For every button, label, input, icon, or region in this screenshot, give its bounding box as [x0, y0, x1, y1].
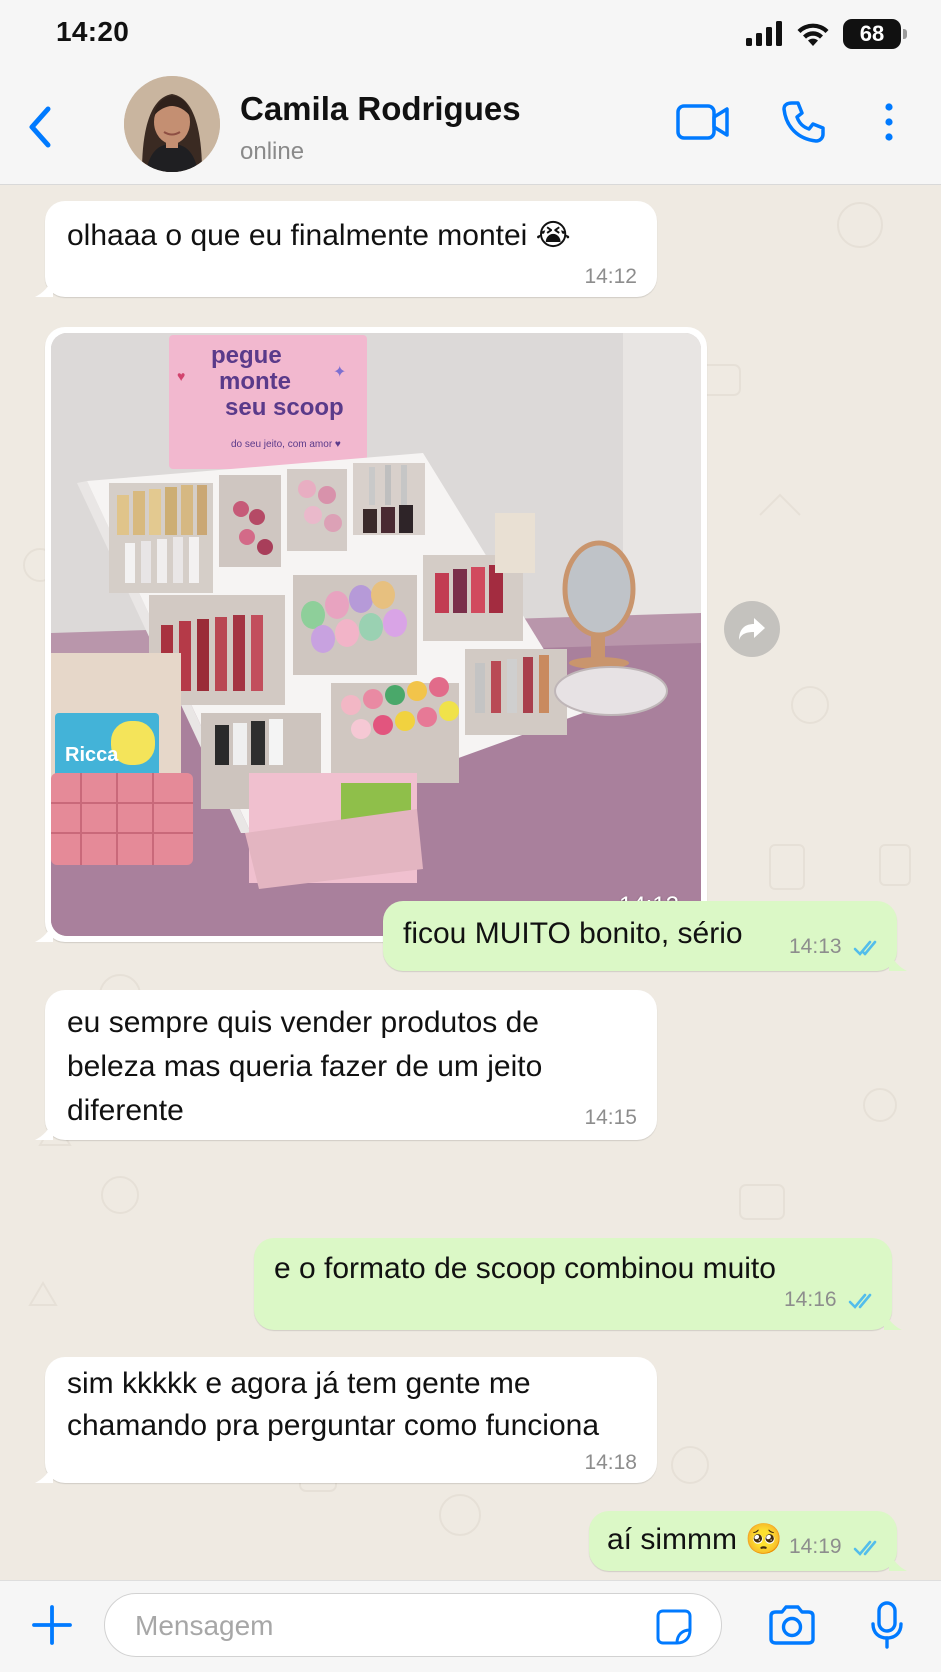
status-icons: 68: [745, 18, 907, 50]
photo-content: pegue monte seu scoop do seu jeito, com …: [51, 333, 701, 936]
attach-button[interactable]: [28, 1601, 76, 1649]
wifi-icon: [797, 23, 829, 46]
message-time: 14:13: [789, 935, 842, 958]
message-input-container[interactable]: [104, 1593, 722, 1657]
phone-icon: [782, 101, 825, 143]
message-text-line: beleza mas queria fazer de um jeito: [67, 1050, 543, 1083]
bubble-tail: [884, 1310, 902, 1330]
avatar[interactable]: [124, 76, 220, 172]
message-text: ficou MUITO bonito, sério: [403, 917, 743, 950]
sign-text-small: do seu jeito, com amor ♥: [231, 439, 341, 450]
sign-text-3: seu scoop: [225, 394, 344, 421]
contact-name[interactable]: Camila Rodrigues: [240, 90, 521, 128]
camera-icon: [769, 1605, 815, 1645]
more-options-button[interactable]: [874, 94, 904, 150]
message-text-line: sim kkkkk e agora já tem gente me: [67, 1367, 531, 1400]
status-bar: 14:20 68: [0, 0, 941, 66]
message-text: e o formato de scoop combinou muito: [274, 1252, 776, 1285]
bubble-tail: [889, 1551, 907, 1571]
read-receipt-icon: [853, 1540, 877, 1556]
forward-icon: [739, 618, 765, 640]
chevron-left-icon: [29, 106, 51, 148]
status-time: 14:20: [56, 16, 130, 47]
bubble-tail: [35, 1120, 53, 1140]
bubble-tail: [35, 1463, 53, 1483]
video-call-icon: [676, 104, 729, 140]
bubble-tail: [889, 951, 907, 971]
svg-text:♥: ♥: [177, 368, 185, 384]
message-text: olhaaa o que eu finalmente montei 😭: [67, 219, 571, 252]
microphone-button[interactable]: [864, 1597, 910, 1653]
image-message-incoming[interactable]: pegue monte seu scoop do seu jeito, com …: [35, 327, 707, 942]
message-time: 14:15: [584, 1106, 637, 1129]
bag-label: Ricca: [65, 744, 119, 766]
svg-text:✦: ✦: [333, 364, 346, 381]
sticker-icon[interactable]: [655, 1608, 693, 1646]
message-bubble-incoming[interactable]: olhaaa o que eu finalmente montei 😭 14:1…: [35, 201, 657, 297]
bubble-tail: [35, 922, 53, 942]
message-text-line: eu sempre quis vender produtos de: [67, 1006, 539, 1039]
more-vertical-icon: [885, 103, 893, 141]
message-bubble-outgoing[interactable]: ficou MUITO bonito, sério 14:13: [383, 901, 907, 971]
message-input[interactable]: [135, 1606, 635, 1646]
message-time: 14:18: [584, 1451, 637, 1474]
battery-icon: 68: [843, 19, 907, 49]
voice-call-button[interactable]: [778, 94, 828, 150]
camera-button[interactable]: [766, 1601, 818, 1649]
chat-area[interactable]: olhaaa o que eu finalmente montei 😭 14:1…: [0, 185, 941, 1580]
message-text-line: diferente: [67, 1094, 184, 1127]
message-text: aí simmm 🥺: [607, 1523, 783, 1556]
shared-photo[interactable]: pegue monte seu scoop do seu jeito, com …: [51, 333, 701, 936]
message-bubble-outgoing[interactable]: e o formato de scoop combinou muito 14:1…: [254, 1238, 902, 1330]
read-receipt-icon: [853, 940, 877, 956]
cellular-signal-icon: [746, 21, 782, 46]
battery-level: 68: [859, 21, 885, 46]
read-receipt-icon: [848, 1293, 872, 1309]
contact-status: online: [240, 138, 305, 165]
chat-header: Camila Rodrigues online: [0, 66, 941, 185]
plus-icon: [32, 1605, 72, 1645]
forward-button[interactable]: [724, 601, 780, 657]
video-call-button[interactable]: [674, 94, 732, 150]
message-time: 14:12: [584, 265, 637, 288]
message-bubble-outgoing[interactable]: aí simmm 🥺 14:19: [589, 1511, 907, 1571]
message-composer: [0, 1580, 941, 1672]
message-bubble-incoming[interactable]: sim kkkkk e agora já tem gente me chaman…: [35, 1357, 657, 1483]
microphone-icon: [871, 1601, 903, 1649]
back-button[interactable]: [18, 102, 62, 152]
message-bubble-incoming[interactable]: eu sempre quis vender produtos de beleza…: [35, 990, 657, 1140]
whatsapp-chat-screen: 14:20 68 Camila Rodrigues online olhaaa …: [0, 0, 941, 1672]
sign-text-2: monte: [219, 368, 291, 395]
message-time: 14:19: [789, 1535, 842, 1558]
message-time: 14:16: [784, 1288, 837, 1311]
bubble-tail: [35, 277, 53, 297]
message-text-line: chamando pra perguntar como funciona: [67, 1409, 600, 1442]
sign-text-1: pegue: [211, 342, 282, 369]
